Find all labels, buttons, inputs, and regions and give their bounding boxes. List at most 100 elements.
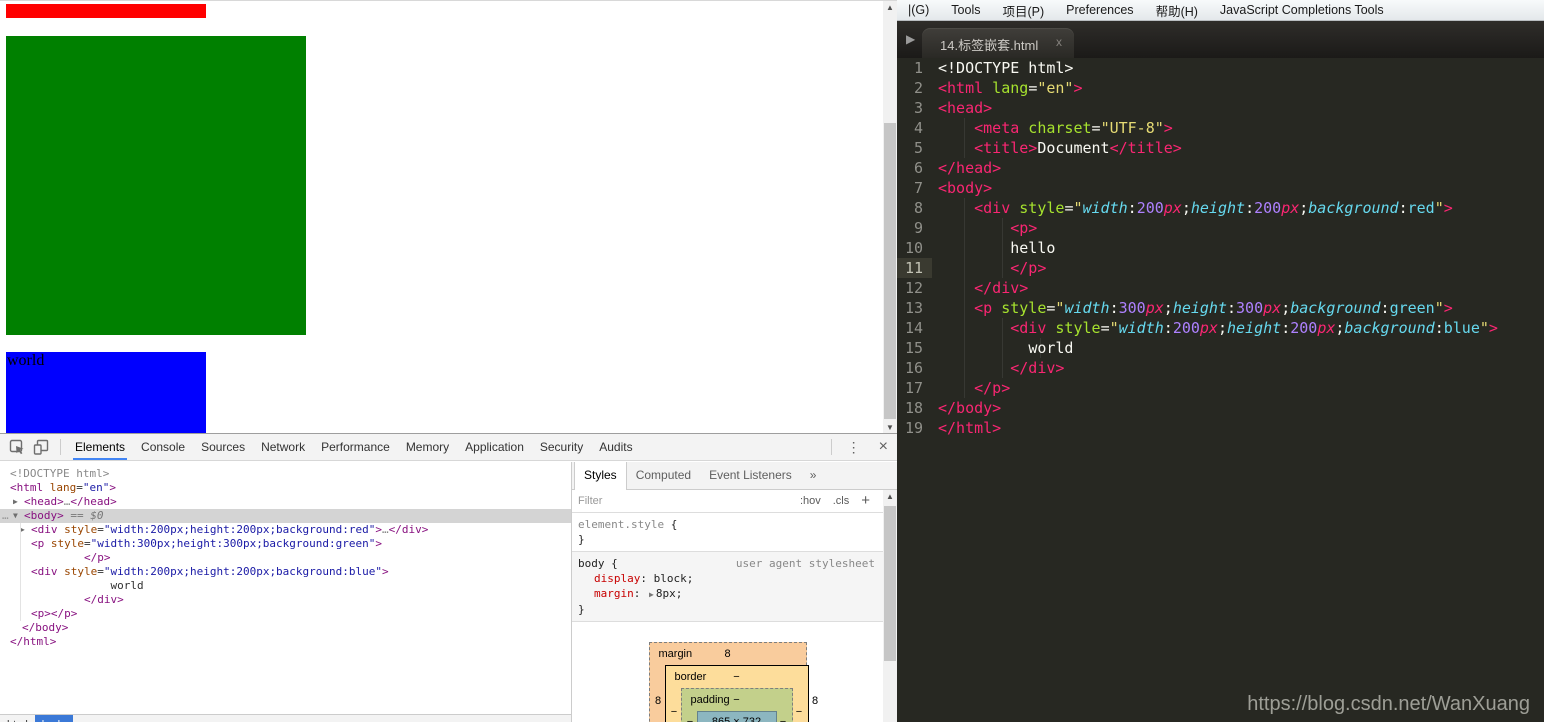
code-line[interactable]: 12 </div> (897, 278, 1544, 298)
scroll-up-icon[interactable]: ▲ (883, 490, 897, 503)
dom-tree-row[interactable]: <p style="width:300px;height:300px;backg… (0, 537, 571, 551)
box-model-margin[interactable]: margin 8 8 border − − padding − − 865 × … (648, 642, 818, 722)
dom-tree-row[interactable]: </html> (0, 635, 571, 649)
padding-top-value[interactable]: − (733, 694, 739, 706)
css-property[interactable]: display: block; (578, 571, 877, 586)
padding-left-value[interactable]: − (684, 716, 697, 722)
css-property[interactable]: margin: ▶ 8px; (578, 586, 877, 602)
devtools-tab-memory[interactable]: Memory (398, 434, 457, 460)
code-line[interactable]: 5 <title>Document</title> (897, 138, 1544, 158)
menu-item[interactable]: JavaScript Completions Tools (1209, 3, 1395, 17)
styles-scrollbar[interactable]: ▲ (883, 490, 897, 722)
filter-input[interactable]: Filter (578, 495, 794, 507)
margin-top-value[interactable]: 8 (724, 648, 730, 660)
rule-element-style[interactable]: element.style { } (572, 513, 883, 551)
token: px (1281, 199, 1300, 217)
dom-tree-row[interactable]: world (0, 579, 571, 593)
dom-tree-row[interactable]: </div> (0, 593, 571, 607)
menu-item[interactable]: |(G) (897, 3, 940, 17)
devtools-tab-performance[interactable]: Performance (313, 434, 398, 460)
code-line[interactable]: 10 hello (897, 238, 1544, 258)
dom-tree-row[interactable]: <div style="width:200px;height:200px;bac… (0, 565, 571, 579)
new-style-rule-button[interactable]: + (855, 492, 872, 509)
dom-tree-row[interactable]: ▶ <div style="width:200px;height:200px;ba… (0, 523, 571, 537)
menu-item[interactable]: Preferences (1055, 3, 1144, 17)
dom-tree-row[interactable]: </body> (0, 621, 571, 635)
code-line[interactable]: 2 <html lang="en"> (897, 78, 1544, 98)
dom-tree-row[interactable]: … ▼ <body> == $0 (0, 509, 571, 523)
code-line[interactable]: 16 </div> (897, 358, 1544, 378)
token: style (57, 523, 98, 536)
code-line[interactable]: 19 </html> (897, 418, 1544, 438)
toggle-hover-button[interactable]: :hov (794, 495, 827, 507)
border-left-value[interactable]: − (668, 706, 681, 718)
browser-scrollbar[interactable]: ▲ ▼ (883, 1, 897, 434)
code-line[interactable]: 7 <body> (897, 178, 1544, 198)
collapse-icon[interactable]: ▼ (13, 509, 18, 523)
devtools-tab-application[interactable]: Application (457, 434, 532, 460)
dom-tree-row[interactable]: <!DOCTYPE html> (0, 467, 571, 481)
border-label: border (674, 671, 707, 683)
code-line[interactable]: 4 <meta charset="UTF-8"> (897, 118, 1544, 138)
toggle-class-button[interactable]: .cls (827, 495, 856, 507)
devtools-tab-network[interactable]: Network (253, 434, 313, 460)
more-options-icon[interactable]: ⋮ (838, 439, 870, 456)
dom-tree-row[interactable]: <html lang="en"> (0, 481, 571, 495)
margin-left-value[interactable]: 8 (652, 695, 665, 707)
padding-right-value[interactable]: − (777, 716, 790, 722)
devtools-tab-console[interactable]: Console (133, 434, 193, 460)
token: "width:300px;height:300px;background:gre… (90, 537, 376, 550)
breadcrumb-item-html[interactable]: html (0, 715, 35, 722)
sidebar-tab-computed[interactable]: Computed (627, 462, 700, 489)
close-devtools-icon[interactable]: × (870, 438, 897, 456)
token: : (1398, 199, 1408, 217)
code-line[interactable]: 3 <head> (897, 98, 1544, 118)
border-top-value[interactable]: − (733, 671, 739, 683)
code-line[interactable]: 14 <div style="width:200px;height:200px;… (897, 318, 1544, 338)
border-right-value[interactable]: − (793, 706, 806, 718)
scroll-up-icon[interactable]: ▲ (883, 1, 897, 14)
menu-item[interactable]: Tools (940, 3, 991, 17)
sidebar-tab-styles[interactable]: Styles (574, 462, 627, 490)
more-actions-icon[interactable]: … (2, 509, 9, 523)
code-line[interactable]: 17 </p> (897, 378, 1544, 398)
menu-item[interactable]: 项目(P) (991, 1, 1055, 20)
devtools-tab-sources[interactable]: Sources (193, 434, 253, 460)
breadcrumb-item-body[interactable]: body (34, 715, 73, 722)
devtools-tab-audits[interactable]: Audits (591, 434, 640, 460)
token: 200 (1254, 199, 1282, 217)
rule-body-useragent[interactable]: user agent stylesheet body { display: bl… (572, 551, 883, 622)
margin-right-value[interactable]: 8 (809, 695, 822, 707)
line-content: <div style="width:200px;height:200px;bac… (932, 318, 1498, 338)
browser-scrollbar-thumb[interactable] (884, 123, 896, 419)
code-line[interactable]: 1 <!DOCTYPE html> (897, 58, 1544, 78)
code-line[interactable]: 15 world (897, 338, 1544, 358)
sidebar-toggle-icon[interactable]: ▶ (906, 32, 915, 46)
dom-tree-row[interactable]: <p></p> (0, 607, 571, 621)
tab-close-icon[interactable]: x (1056, 35, 1062, 49)
sidebar-tab-event-listeners[interactable]: Event Listeners (700, 462, 801, 489)
box-model-content[interactable]: 865 × 732 (696, 711, 777, 722)
styles-scrollbar-thumb[interactable] (884, 506, 896, 661)
code-line[interactable]: 13 <p style="width:300px;height:300px;ba… (897, 298, 1544, 318)
code-line[interactable]: 9 <p> (897, 218, 1544, 238)
devtools-tab-security[interactable]: Security (532, 434, 591, 460)
inspect-element-icon[interactable] (6, 437, 28, 457)
dom-tree-row[interactable]: ▶ <head>…</head> (0, 495, 571, 509)
device-toolbar-icon[interactable] (30, 437, 52, 457)
devtools-tab-elements[interactable]: Elements (67, 434, 133, 460)
code-line[interactable]: 6 </head> (897, 158, 1544, 178)
sidebar-tabs-overflow-icon[interactable]: » (801, 462, 826, 489)
menu-item[interactable]: 帮助(H) (1145, 1, 1209, 20)
box-model-padding[interactable]: padding − − 865 × 732 − (680, 688, 793, 722)
code-line[interactable]: 8 <div style="width:200px;height:200px;b… (897, 198, 1544, 218)
code-line[interactable]: 18 </body> (897, 398, 1544, 418)
box-model-border[interactable]: border − − padding − − 865 × 732 − − (664, 665, 809, 722)
dom-tree-row[interactable]: </p> (0, 551, 571, 565)
editor-tab[interactable]: 14.标签嵌套.html x (922, 28, 1074, 58)
expand-icon[interactable]: ▶ (13, 495, 18, 509)
code-area[interactable]: 1 <!DOCTYPE html> 2 <html lang="en"> 3 <head>… (897, 58, 1544, 722)
expand-shorthand-icon[interactable]: ▶ (647, 590, 656, 599)
code-line[interactable]: 11 </p> (897, 258, 1544, 278)
